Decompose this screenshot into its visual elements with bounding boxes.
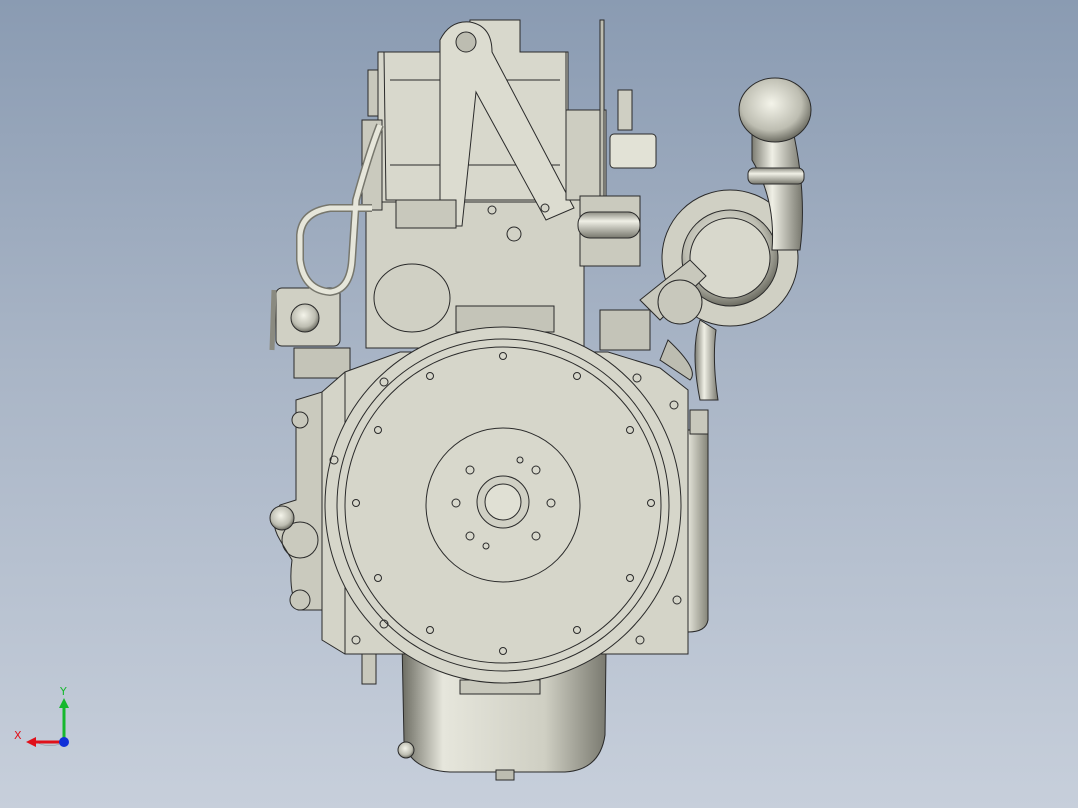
cad-viewport[interactable]: Y X xyxy=(0,0,1078,808)
drain-plug xyxy=(397,741,415,759)
axis-triad: Y X xyxy=(14,685,69,747)
z-axis-dot xyxy=(59,737,69,747)
sensor-box xyxy=(609,133,657,169)
starter-motor xyxy=(290,303,320,333)
engine-model[interactable] xyxy=(0,0,1078,808)
y-axis-label: Y xyxy=(59,685,67,698)
x-axis-label: X xyxy=(14,729,22,742)
turbo-intake-dome xyxy=(738,77,812,143)
oil-pan-drain xyxy=(495,769,515,781)
